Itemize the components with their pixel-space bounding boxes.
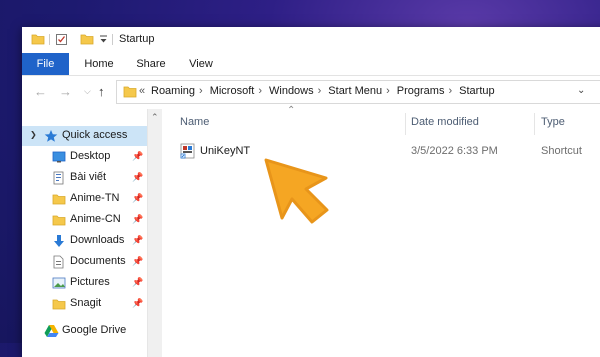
breadcrumb-separator-icon[interactable]: › (258, 85, 262, 97)
column-header-type[interactable]: Type (541, 116, 565, 128)
overflow-chevron-icon[interactable]: « (139, 85, 145, 97)
window-title: Startup (119, 33, 155, 45)
pictures-icon (52, 277, 66, 289)
column-divider[interactable] (405, 113, 406, 135)
download-icon (54, 235, 64, 247)
sidebar-item-label: Pictures (70, 276, 110, 288)
star-icon (44, 130, 58, 142)
file-type: Shortcut (541, 145, 582, 157)
breadcrumb-roaming[interactable]: Roaming (151, 85, 195, 97)
breadcrumb-separator-icon[interactable]: › (318, 85, 322, 97)
sidebar-item-snagit[interactable]: Snagit 📌 (22, 294, 147, 314)
breadcrumb-windows[interactable]: Windows (269, 85, 314, 97)
column-header-name[interactable]: Name (180, 116, 209, 128)
folder-icon (123, 86, 137, 98)
folder-icon (52, 299, 66, 310)
breadcrumb-microsoft[interactable]: Microsoft (210, 85, 255, 97)
pointer-arrow-icon (264, 158, 329, 224)
sidebar-item-label: Downloads (70, 234, 125, 246)
sidebar-item-label: Google Drive (62, 324, 127, 336)
title-bar: Startup (22, 27, 600, 53)
sidebar-item-label: Documents (70, 255, 126, 267)
document-folder-icon (53, 171, 64, 185)
folder-icon (31, 34, 45, 45)
folder-icon (52, 215, 66, 226)
divider (112, 34, 113, 45)
file-list: ⌃ Name Date modified Type UniKeyNT 3/5/2… (162, 105, 600, 357)
sidebar-item-pictures[interactable]: Pictures 📌 (22, 273, 147, 293)
divider (49, 34, 50, 45)
documents-icon (53, 255, 64, 269)
navigation-bar: ← → ⌵ ↑ « Roaming › Microsoft › Windows › Star… (22, 76, 600, 108)
breadcrumb-separator-icon[interactable]: › (386, 85, 390, 97)
file-date-modified: 3/5/2022 6:33 PM (411, 145, 498, 157)
pin-icon[interactable]: 📌 (132, 256, 143, 267)
back-arrow-icon[interactable]: ← (34, 84, 47, 99)
sidebar-item-label: Quick access (62, 129, 128, 141)
address-bar[interactable]: « Roaming › Microsoft › Windows › Start Menu › P… (116, 80, 600, 104)
forward-arrow-icon[interactable]: → (59, 84, 72, 99)
tab-share[interactable]: Share (128, 53, 174, 75)
pin-icon[interactable]: 📌 (132, 193, 143, 204)
shortcut-icon (180, 143, 195, 159)
sidebar-item-label: Desktop (70, 150, 111, 162)
sidebar-item-desktop[interactable]: Desktop 📌 (22, 147, 147, 167)
address-dropdown-chevron-icon[interactable]: ⌄ (577, 85, 585, 96)
pin-icon[interactable]: 📌 (132, 172, 143, 183)
sidebar-item-downloads[interactable]: Downloads 📌 (22, 231, 147, 251)
sidebar-item-anime-tn[interactable]: Anime-TN 📌 (22, 189, 147, 209)
sidebar-item-label: Bài viết (70, 171, 107, 183)
file-name[interactable]: UniKeyNT (200, 145, 250, 157)
pin-icon[interactable]: 📌 (132, 298, 143, 309)
sidebar-item-quick-access[interactable]: ❯ Quick access (22, 126, 147, 146)
folder-icon (52, 194, 66, 205)
sidebar-item-label: Anime-CN (70, 213, 121, 225)
tab-view[interactable]: View (178, 53, 224, 75)
sort-ascending-chevron-icon: ⌃ (287, 105, 296, 116)
tab-file[interactable]: File (22, 53, 69, 75)
google-drive-icon (44, 325, 59, 337)
breadcrumb-startup[interactable]: Startup (459, 85, 494, 97)
sidebar-item-google-drive[interactable]: Google Drive (22, 321, 147, 341)
up-arrow-icon[interactable]: ↑ (98, 84, 105, 99)
sidebar-item-label: Snagit (70, 297, 102, 309)
customize-toolbar-icon[interactable] (99, 33, 108, 45)
scroll-up-chevron-icon[interactable]: ⌃ (151, 112, 159, 123)
breadcrumb-separator-icon[interactable]: › (199, 85, 203, 97)
breadcrumb-separator-icon[interactable]: › (448, 85, 452, 97)
sidebar-item-documents[interactable]: Documents 📌 (22, 252, 147, 272)
column-header-date-modified[interactable]: Date modified (411, 116, 479, 128)
breadcrumb-start-menu[interactable]: Start Menu (328, 85, 382, 97)
pin-icon[interactable]: 📌 (132, 214, 143, 225)
sidebar-item-anime-cn[interactable]: Anime-CN 📌 (22, 210, 147, 230)
expand-chevron-icon[interactable]: ❯ (30, 130, 37, 139)
breadcrumb-programs[interactable]: Programs (397, 85, 445, 97)
pin-icon[interactable]: 📌 (132, 277, 143, 288)
sidebar-item-bai-viet[interactable]: Bài viết 📌 (22, 168, 147, 188)
ribbon-tabs: File Home Share View (22, 53, 600, 76)
sidebar-scrollbar[interactable]: ⌃ (147, 109, 162, 357)
breadcrumb: Roaming › Microsoft › Windows › Start Menu › Pro… (151, 85, 499, 97)
tab-home[interactable]: Home (76, 53, 122, 75)
pin-icon[interactable]: 📌 (132, 151, 143, 162)
pin-icon[interactable]: 📌 (132, 235, 143, 246)
new-folder-icon[interactable] (80, 33, 94, 45)
properties-icon[interactable] (55, 33, 69, 46)
recent-locations-chevron-icon[interactable]: ⌵ (84, 86, 91, 97)
sidebar-item-label: Anime-TN (70, 192, 120, 204)
desktop-icon (52, 151, 66, 163)
column-divider[interactable] (534, 113, 535, 135)
navigation-pane: ❯ Quick access Desktop 📌 Bài viết 📌 Anim… (22, 109, 147, 357)
